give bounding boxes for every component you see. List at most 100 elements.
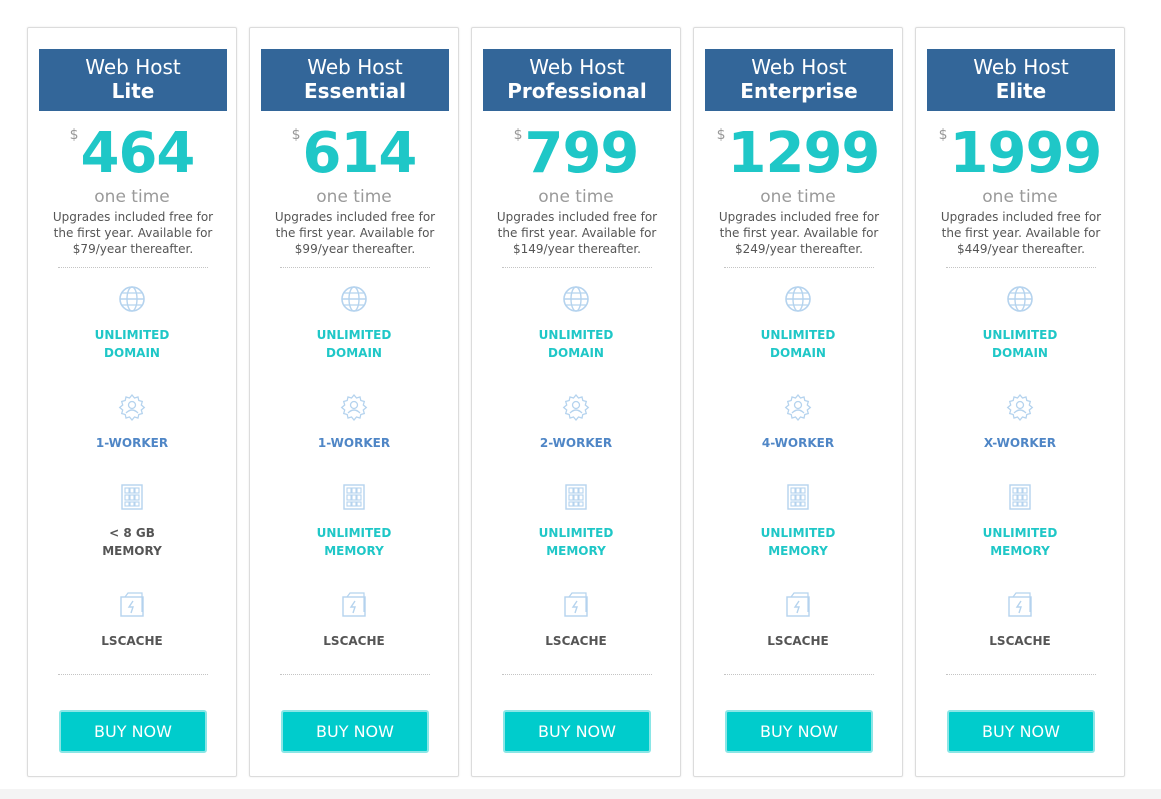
plan-name-line1: Web Host	[751, 55, 847, 79]
plan-price: $799	[472, 121, 680, 187]
divider	[946, 674, 1096, 675]
feature-label: LSCACHE	[323, 634, 385, 648]
plan-name-line2: Professional	[507, 79, 647, 103]
plan-name-line1: Web Host	[973, 55, 1069, 79]
price-amount: 799	[524, 121, 640, 186]
worker-gear-icon	[783, 392, 813, 422]
divider	[724, 674, 874, 675]
buy-now-button[interactable]: BUY NOW	[281, 710, 429, 753]
worker-gear-icon	[339, 392, 369, 422]
plan-name-line1: Web Host	[307, 55, 403, 79]
plan-description: Upgrades included free for the first yea…	[274, 210, 436, 256]
plan-price: $1999	[916, 121, 1124, 187]
plan-description: Upgrades included free for the first yea…	[940, 210, 1102, 256]
feature-label: 1-WORKER	[317, 436, 391, 450]
cache-icon	[1005, 590, 1035, 620]
feature-memory: UNLIMITED MEMORY	[472, 482, 680, 560]
divider	[946, 267, 1096, 268]
price-period: one time	[94, 187, 170, 207]
feature-domain: UNLIMITED DOMAIN	[694, 284, 902, 362]
plan-price: $1299	[694, 121, 902, 187]
feature-domain: UNLIMITED DOMAIN	[472, 284, 680, 362]
feature-worker: 4-WORKER	[694, 392, 902, 452]
feature-cache: LSCACHE	[472, 590, 680, 650]
currency-symbol: $	[69, 127, 79, 143]
feature-domain: UNLIMITED DOMAIN	[28, 284, 236, 362]
globe-icon	[1005, 284, 1035, 314]
feature-memory: < 8 GB MEMORY	[28, 482, 236, 560]
plan-price: $464	[28, 121, 236, 187]
divider	[724, 267, 874, 268]
buy-now-button[interactable]: BUY NOW	[725, 710, 873, 753]
plan-description: Upgrades included free for the first yea…	[52, 210, 214, 256]
price-period: one time	[316, 187, 392, 207]
buy-now-button[interactable]: BUY NOW	[503, 710, 651, 753]
plan-card-professional: Web Host Professional $799 one time Upgr…	[471, 27, 681, 777]
globe-icon	[561, 284, 591, 314]
feature-label: LSCACHE	[545, 634, 607, 648]
memory-chip-icon	[1005, 482, 1035, 512]
price-amount: 464	[80, 121, 196, 186]
plan-name-line2: Essential	[303, 79, 407, 103]
cache-icon	[117, 590, 147, 620]
feature-label: LSCACHE	[101, 634, 163, 648]
feature-label: UNLIMITED DOMAIN	[760, 328, 836, 360]
feature-label: UNLIMITED MEMORY	[982, 526, 1058, 558]
feature-cache: LSCACHE	[28, 590, 236, 650]
divider	[502, 267, 652, 268]
divider	[58, 267, 208, 268]
plan-card-elite: Web Host Elite $1999 one time Upgrades i…	[915, 27, 1125, 777]
divider	[58, 674, 208, 675]
price-amount: 1299	[727, 121, 881, 186]
feature-label: LSCACHE	[767, 634, 829, 648]
feature-label: < 8 GB MEMORY	[102, 526, 162, 558]
plan-name-line2: Lite	[111, 79, 155, 103]
divider	[280, 267, 430, 268]
feature-cache: LSCACHE	[694, 590, 902, 650]
memory-chip-icon	[117, 482, 147, 512]
divider	[502, 674, 652, 675]
feature-worker: 2-WORKER	[472, 392, 680, 452]
feature-worker: 1-WORKER	[250, 392, 458, 452]
price-period: one time	[982, 187, 1058, 207]
memory-chip-icon	[783, 482, 813, 512]
plan-name-line1: Web Host	[85, 55, 181, 79]
feature-label: UNLIMITED DOMAIN	[982, 328, 1058, 360]
cache-icon	[561, 590, 591, 620]
memory-chip-icon	[339, 482, 369, 512]
feature-label: UNLIMITED MEMORY	[316, 526, 392, 558]
feature-domain: UNLIMITED DOMAIN	[916, 284, 1124, 362]
buy-now-button[interactable]: BUY NOW	[59, 710, 207, 753]
currency-symbol: $	[291, 127, 301, 143]
feature-label: X-WORKER	[983, 436, 1057, 450]
divider	[280, 674, 430, 675]
pricing-table: Web Host Lite $464 one time Upgrades inc…	[27, 27, 1125, 777]
price-period: one time	[538, 187, 614, 207]
plan-card-essential: Web Host Essential $614 one time Upgrade…	[249, 27, 459, 777]
feature-cache: LSCACHE	[916, 590, 1124, 650]
plan-name-line1: Web Host	[529, 55, 625, 79]
plan-header: Web Host Lite	[39, 49, 227, 111]
feature-memory: UNLIMITED MEMORY	[916, 482, 1124, 560]
feature-cache: LSCACHE	[250, 590, 458, 650]
feature-label: UNLIMITED MEMORY	[760, 526, 836, 558]
buy-now-button[interactable]: BUY NOW	[947, 710, 1095, 753]
worker-gear-icon	[561, 392, 591, 422]
feature-label: UNLIMITED MEMORY	[538, 526, 614, 558]
plan-header: Web Host Professional	[483, 49, 671, 111]
plan-name-line2: Enterprise	[740, 79, 858, 103]
feature-label: 2-WORKER	[539, 436, 613, 450]
feature-label: UNLIMITED DOMAIN	[538, 328, 614, 360]
globe-icon	[783, 284, 813, 314]
price-amount: 1999	[949, 121, 1103, 186]
page-footer-band	[0, 789, 1161, 799]
feature-label: LSCACHE	[989, 634, 1051, 648]
currency-symbol: $	[938, 127, 948, 143]
plan-price: $614	[250, 121, 458, 187]
feature-worker: X-WORKER	[916, 392, 1124, 452]
price-amount: 614	[302, 121, 418, 186]
feature-worker: 1-WORKER	[28, 392, 236, 452]
globe-icon	[339, 284, 369, 314]
plan-header: Web Host Essential	[261, 49, 449, 111]
plan-header: Web Host Enterprise	[705, 49, 893, 111]
